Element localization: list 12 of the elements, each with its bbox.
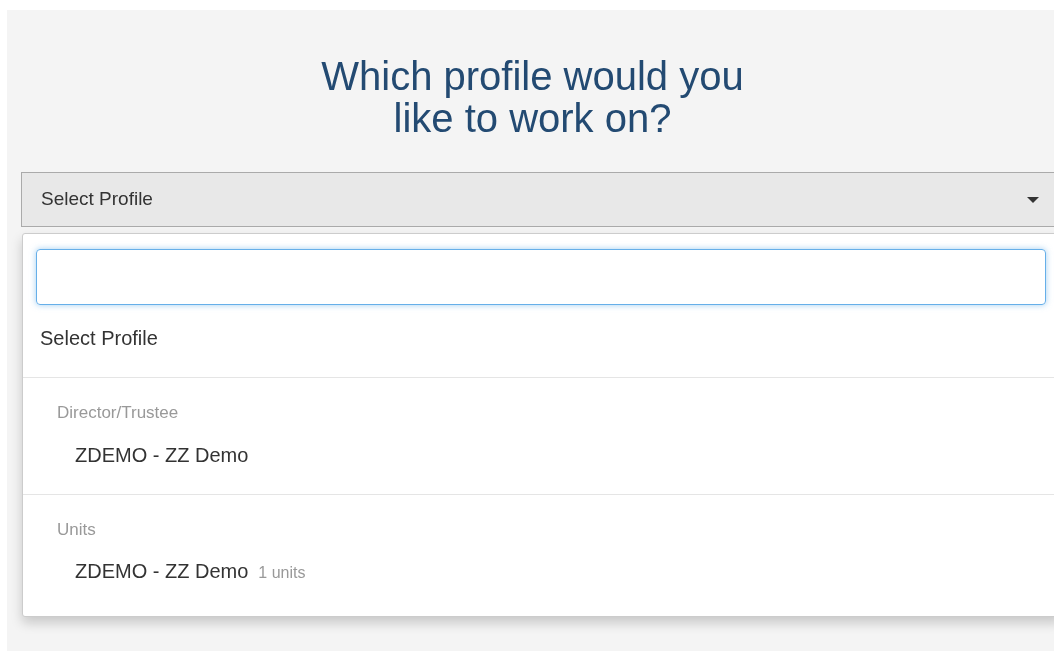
- option-label: ZDEMO - ZZ Demo: [75, 442, 249, 468]
- group-label: Director/Trustee: [56, 402, 180, 424]
- dropdown-option[interactable]: ZDEMO - ZZ Demo: [23, 425, 1054, 484]
- group-label: Units: [56, 518, 97, 541]
- profile-select[interactable]: Select Profile: [21, 172, 1054, 227]
- option-note: 1 units: [258, 563, 306, 583]
- dropdown-option[interactable]: Select Profile: [23, 305, 1054, 377]
- search-field[interactable]: [36, 249, 1046, 305]
- page-title: Which profile would you like to work on?: [320, 55, 745, 139]
- option-label: ZDEMO - ZZ Demo: [75, 559, 249, 584]
- dropdown-option[interactable]: ZDEMO - ZZ Demo 1 units: [23, 542, 1054, 600]
- caret-icon: [1027, 196, 1039, 203]
